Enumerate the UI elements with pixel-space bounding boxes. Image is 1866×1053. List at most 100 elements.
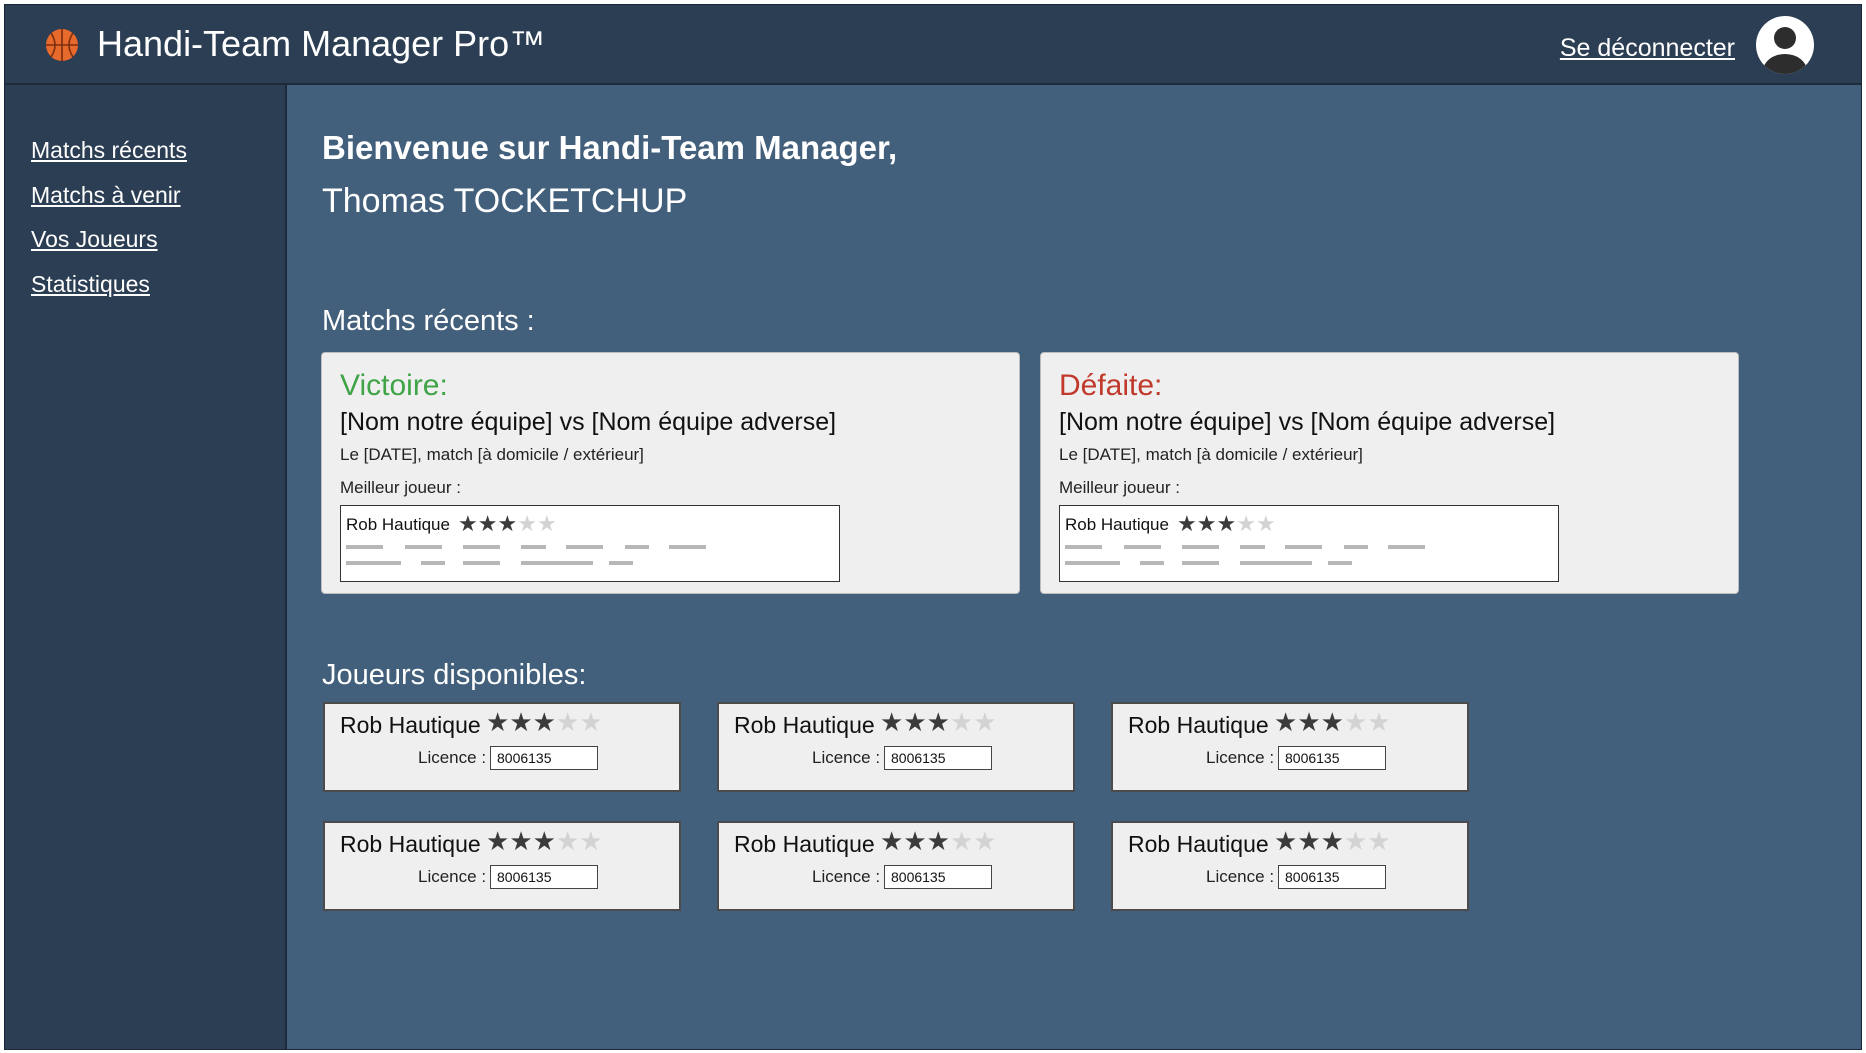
star-filled-icon: ★ <box>1297 707 1321 737</box>
star-empty-icon: ★ <box>949 826 974 856</box>
placeholder-line <box>1065 561 1120 565</box>
recent-matches-title: Matchs récents : <box>322 305 535 337</box>
sidebar-item-statistiques[interactable]: Statistiques <box>31 271 150 298</box>
star-filled-icon: ★ <box>1320 826 1344 856</box>
placeholder-line <box>1344 545 1368 549</box>
star-empty-icon: ★ <box>1236 511 1256 536</box>
player-card[interactable]: Rob Hautique ★★★★★ Licence : <box>717 702 1075 792</box>
star-filled-icon: ★ <box>903 826 927 856</box>
placeholder-line <box>1140 561 1164 565</box>
placeholder-line <box>1328 561 1352 565</box>
star-filled-icon: ★ <box>509 707 533 737</box>
player-name: Rob Hautique <box>340 831 481 857</box>
player-card[interactable]: Rob Hautique ★★★★★ Licence : <box>1111 821 1469 911</box>
star-empty-icon: ★ <box>1343 826 1368 856</box>
match-card-victory[interactable]: Victoire: [Nom notre équipe] vs [Nom équ… <box>321 352 1020 594</box>
placeholder-line <box>1124 545 1161 549</box>
logout-link[interactable]: Se déconnecter <box>1560 34 1735 63</box>
star-filled-icon: ★ <box>1216 511 1237 536</box>
licence-label: Licence : <box>418 748 487 767</box>
placeholder-line <box>405 545 442 549</box>
match-teams: [Nom notre équipe] vs [Nom équipe advers… <box>340 408 837 436</box>
placeholder-line <box>1388 545 1425 549</box>
player-card[interactable]: Rob Hautique ★★★★★ Licence : <box>323 821 681 911</box>
licence-label: Licence : <box>1206 867 1275 886</box>
match-result: Défaite: <box>1059 369 1163 402</box>
best-player-label: Meilleur joueur : <box>340 478 461 497</box>
placeholder-line <box>1240 545 1265 549</box>
star-empty-icon: ★ <box>973 826 997 856</box>
user-full-name: Thomas TOCKETCHUP <box>322 182 688 220</box>
player-card[interactable]: Rob Hautique ★★★★★ Licence : <box>717 821 1075 911</box>
player-card[interactable]: Rob Hautique ★★★★★ Licence : <box>323 702 681 792</box>
rating-stars: ★★★★★ <box>486 826 603 857</box>
best-player-box[interactable]: Rob Hautique ★★★★★ <box>340 505 840 582</box>
licence-input[interactable] <box>884 865 992 889</box>
star-filled-icon: ★ <box>926 826 950 856</box>
placeholder-line <box>1240 561 1312 565</box>
rating-stars: ★★★★★ <box>1177 511 1276 537</box>
star-empty-icon: ★ <box>536 511 557 536</box>
star-empty-icon: ★ <box>1343 707 1368 737</box>
placeholder-line <box>625 545 649 549</box>
star-empty-icon: ★ <box>1255 511 1276 536</box>
sidebar-item-matchs-recents[interactable]: Matchs récents <box>31 137 187 164</box>
star-empty-icon: ★ <box>517 511 537 536</box>
star-filled-icon: ★ <box>1274 707 1298 737</box>
best-player-name: Rob Hautique <box>346 515 450 534</box>
placeholder-line <box>669 545 706 549</box>
placeholder-line <box>421 561 445 565</box>
rating-stars: ★★★★★ <box>486 707 603 738</box>
licence-label: Licence : <box>812 867 881 886</box>
placeholder-line <box>1065 545 1102 549</box>
match-card-defeat[interactable]: Défaite: [Nom notre équipe] vs [Nom équi… <box>1040 352 1739 594</box>
match-teams: [Nom notre équipe] vs [Nom équipe advers… <box>1059 408 1556 436</box>
placeholder-line <box>521 561 593 565</box>
placeholder-line <box>609 561 633 565</box>
placeholder-line <box>346 561 401 565</box>
placeholder-line <box>346 545 383 549</box>
rating-stars: ★★★★★ <box>458 511 557 537</box>
star-filled-icon: ★ <box>1196 511 1217 536</box>
basketball-icon <box>46 29 78 61</box>
best-player-name: Rob Hautique <box>1065 515 1169 534</box>
licence-label: Licence : <box>1206 748 1275 767</box>
app-window: Handi-Team Manager Pro™ Se déconnecter M… <box>4 4 1862 1050</box>
star-filled-icon: ★ <box>458 511 478 536</box>
licence-label: Licence : <box>812 748 881 767</box>
star-filled-icon: ★ <box>880 826 904 856</box>
user-avatar-icon[interactable] <box>1755 15 1815 75</box>
best-player-box[interactable]: Rob Hautique ★★★★★ <box>1059 505 1559 582</box>
star-filled-icon: ★ <box>532 707 556 737</box>
licence-input[interactable] <box>884 746 992 770</box>
rating-stars: ★★★★★ <box>880 707 997 738</box>
placeholder-line <box>1182 561 1219 565</box>
placeholder-line <box>566 545 603 549</box>
match-result: Victoire: <box>340 369 448 402</box>
star-filled-icon: ★ <box>532 826 556 856</box>
player-name: Rob Hautique <box>1128 712 1269 738</box>
sidebar-item-matchs-a-venir[interactable]: Matchs à venir <box>31 182 181 209</box>
star-filled-icon: ★ <box>880 707 904 737</box>
sidebar-item-vos-joueurs[interactable]: Vos Joueurs <box>31 226 158 253</box>
licence-input[interactable] <box>1278 865 1386 889</box>
licence-input[interactable] <box>490 865 598 889</box>
star-filled-icon: ★ <box>497 511 518 536</box>
app-title: Handi-Team Manager Pro™ <box>97 23 546 64</box>
welcome-heading: Bienvenue sur Handi-Team Manager, <box>322 129 898 166</box>
player-name: Rob Hautique <box>734 831 875 857</box>
player-name: Rob Hautique <box>1128 831 1269 857</box>
sidebar: Matchs récents Matchs à venir Vos Joueur… <box>5 85 287 1049</box>
star-empty-icon: ★ <box>579 707 603 737</box>
licence-label: Licence : <box>418 867 487 886</box>
star-filled-icon: ★ <box>1320 707 1344 737</box>
best-player-label: Meilleur joueur : <box>1059 478 1180 497</box>
licence-input[interactable] <box>490 746 598 770</box>
match-meta: Le [DATE], match [à domicile / extérieur… <box>1059 445 1363 464</box>
star-empty-icon: ★ <box>579 826 603 856</box>
star-empty-icon: ★ <box>555 826 580 856</box>
player-name: Rob Hautique <box>340 712 481 738</box>
licence-input[interactable] <box>1278 746 1386 770</box>
player-card[interactable]: Rob Hautique ★★★★★ Licence : <box>1111 702 1469 792</box>
header-bar: Handi-Team Manager Pro™ Se déconnecter <box>5 5 1861 85</box>
